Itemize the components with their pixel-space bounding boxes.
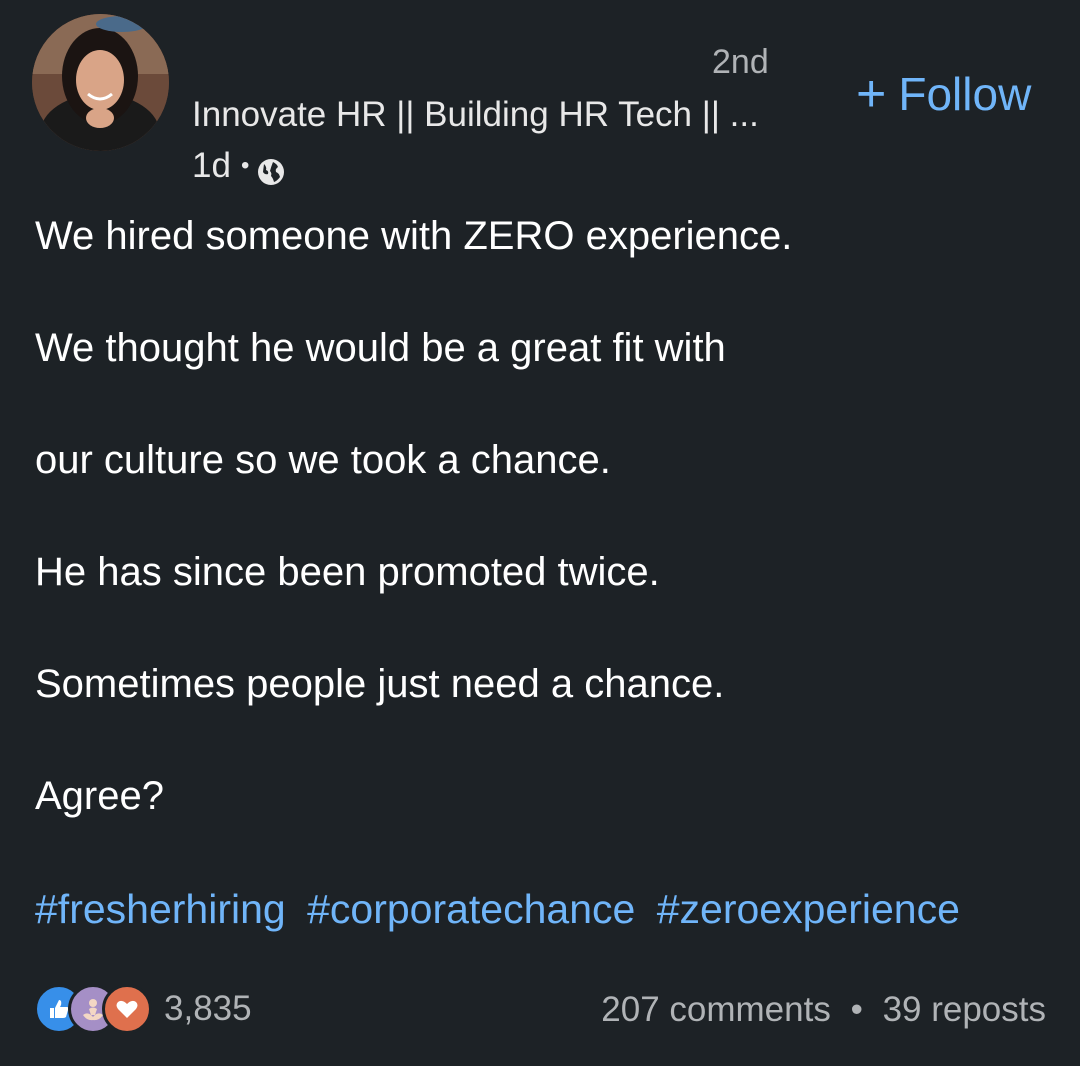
comments-count[interactable]: 207 comments [601, 990, 831, 1029]
hashtag-list: #fresherhiring #corporatechance #zeroexp… [35, 884, 970, 934]
counts-separator: • [850, 990, 863, 1029]
post-meta: 1d • [192, 146, 285, 186]
follow-button[interactable]: + Follow [856, 66, 1031, 122]
hashtag-link[interactable]: #corporatechance [307, 886, 635, 932]
reactions-summary[interactable]: 3,835 [34, 984, 252, 1034]
post-line: We hired someone with ZERO experience. [35, 214, 793, 258]
meta-separator: • [240, 152, 250, 179]
reposts-count[interactable]: 39 reposts [883, 990, 1046, 1029]
post-line: We thought he would be a great fit with [35, 326, 726, 370]
post-line: Sometimes people just need a chance. [35, 662, 725, 706]
love-icon [102, 984, 152, 1034]
author-headline[interactable]: Innovate HR || Building HR Tech || ... [192, 94, 759, 136]
hashtag-link[interactable]: #zeroexperience [657, 886, 960, 932]
post-line: He has since been promoted twice. [35, 550, 660, 594]
post-age: 1d [192, 146, 231, 185]
post-line: our culture so we took a chance. [35, 438, 611, 482]
social-counts: 207 comments • 39 reposts [601, 988, 1046, 1032]
plus-icon: + [856, 65, 887, 123]
post-line: Agree? [35, 774, 164, 818]
reaction-count: 3,835 [164, 989, 252, 1028]
connection-degree: 2nd [712, 43, 769, 81]
author-avatar[interactable] [32, 14, 169, 151]
hashtag-link[interactable]: #fresherhiring [35, 886, 286, 932]
follow-label: Follow [898, 68, 1032, 120]
globe-icon [257, 155, 285, 185]
post-body: We hired someone with ZERO experience. W… [35, 212, 1045, 884]
